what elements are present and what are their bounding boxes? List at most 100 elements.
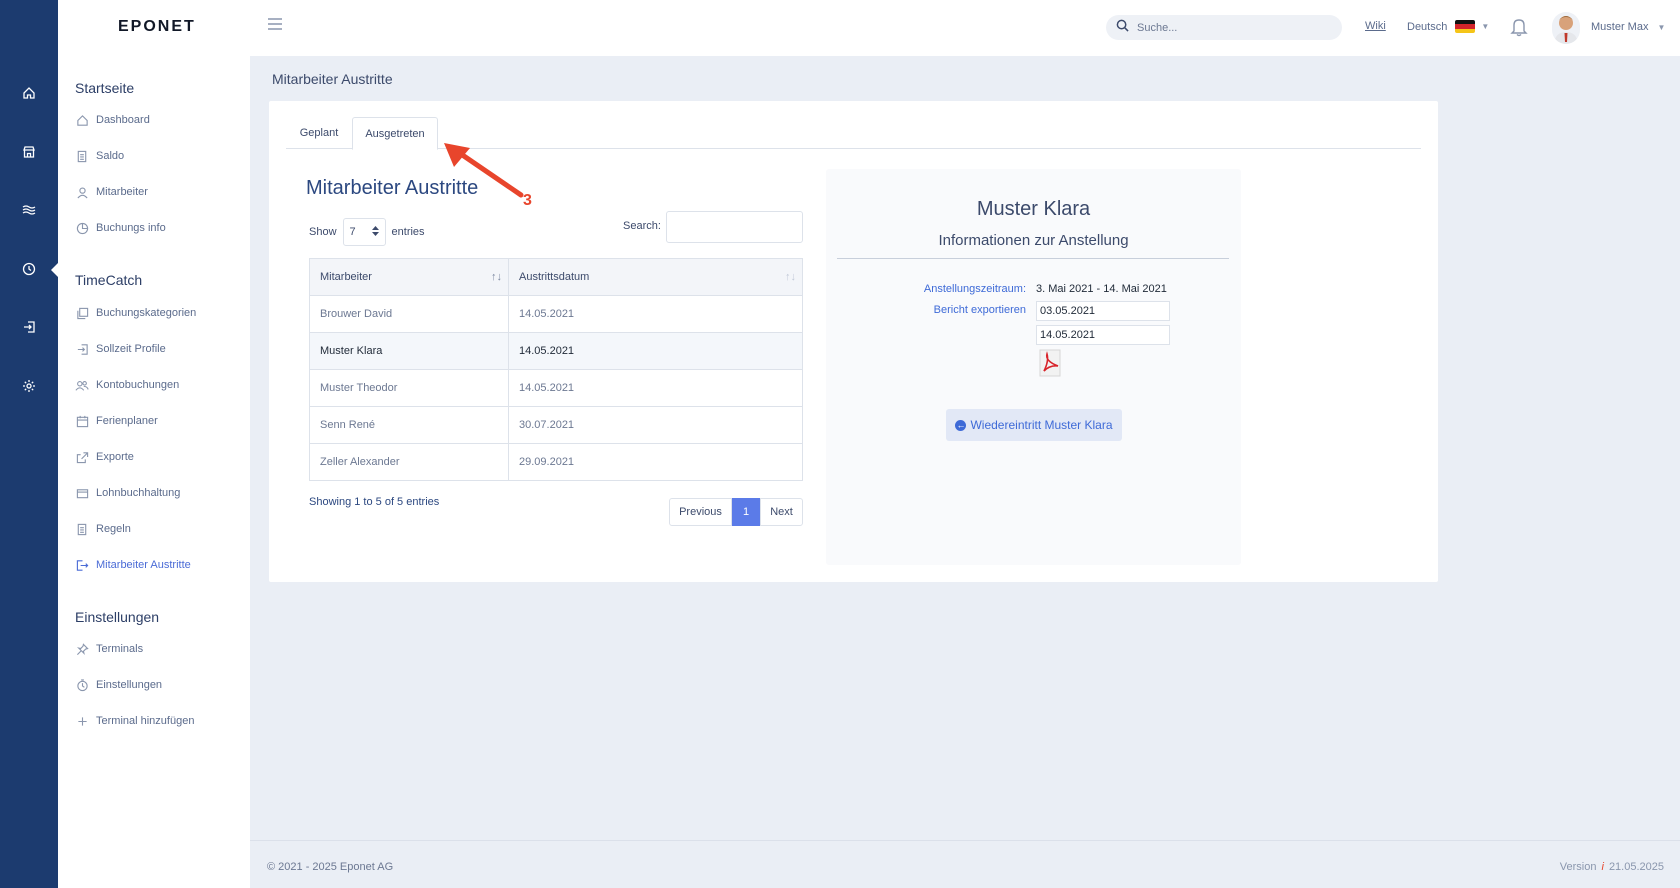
document-icon (75, 149, 89, 163)
export-report-label: Bericht exportieren (933, 304, 1026, 316)
table-header-row: Mitarbeiter ↑↓ Austrittsdatum ↑↓ (309, 258, 803, 296)
table-search-label: Search: (623, 220, 661, 232)
user-menu[interactable]: Muster Max ▼ (1591, 21, 1665, 33)
column-header-label: Austrittsdatum (519, 271, 590, 283)
employment-info-title: Informationen zur Anstellung (938, 232, 1129, 249)
sidebar-item-mitarbeiter-austritte[interactable]: Mitarbeiter Austritte (75, 555, 191, 575)
global-search (1106, 15, 1342, 40)
sidebar-item-label: Exporte (96, 451, 134, 463)
export-icon (75, 450, 89, 464)
gear-icon[interactable] (17, 374, 41, 398)
sidebar-item-buchungskategorien[interactable]: Buchungskategorien (75, 303, 196, 323)
chevron-down-icon: ▼ (1657, 23, 1666, 32)
page-length-control: Show 7 entries (309, 218, 425, 246)
sidebar-item-label: Mitarbeiter (96, 186, 148, 198)
sidebar-item-label: Buchungs info (96, 222, 166, 234)
sidebar-item-regeln[interactable]: Regeln (75, 519, 131, 539)
sidebar-item-label: Terminals (96, 643, 144, 655)
tab-geplant[interactable]: Geplant (286, 117, 352, 149)
sidebar-item-dashboard[interactable]: Dashboard (75, 110, 150, 130)
sidebar-item-terminal-hinzufuegen[interactable]: Terminal hinzufügen (75, 711, 194, 731)
footer: © 2021 - 2025 Eponet AG Version i 21.05.20… (250, 840, 1680, 888)
cell-date: 29.09.2021 (508, 443, 803, 481)
sidebar-item-label: Ferienplaner (96, 415, 158, 427)
divider (837, 258, 1229, 259)
sidebar-item-buchungs-info[interactable]: Buchungs info (75, 218, 166, 238)
table-row[interactable]: Brouwer David 14.05.2021 (309, 295, 803, 333)
search-icon (1116, 19, 1129, 37)
search-input[interactable] (1137, 21, 1327, 34)
wiki-link[interactable]: Wiki (1365, 20, 1386, 32)
arrow-left-circle-icon: ← (955, 419, 967, 431)
language-label: Deutsch (1407, 20, 1448, 33)
pdf-icon[interactable] (1038, 349, 1064, 377)
chevron-down-icon: ▼ (1481, 22, 1490, 31)
sidebar-item-kontobuchungen[interactable]: Kontobuchungen (75, 375, 179, 395)
language-selector[interactable]: Deutsch ▼ (1407, 20, 1489, 33)
table-row-selected[interactable]: Muster Klara 14.05.2021 (309, 332, 803, 370)
hamburger-icon[interactable] (268, 18, 284, 32)
cell-date: 14.05.2021 (508, 295, 803, 333)
next-button[interactable]: Next (760, 498, 803, 526)
version-info: Version i 21.05.2025 (1560, 861, 1664, 873)
clock-icon[interactable] (17, 257, 41, 281)
cell-date: 14.05.2021 (508, 369, 803, 407)
waves-icon[interactable] (17, 198, 41, 222)
bell-icon[interactable] (1510, 17, 1528, 42)
sort-icon: ↑↓ (491, 271, 502, 283)
pie-icon (75, 221, 89, 235)
sidebar-item-label: Sollzeit Profile (96, 343, 166, 355)
table-row[interactable]: Senn René 30.07.2021 (309, 406, 803, 444)
page-title: Mitarbeiter Austritte (272, 71, 393, 87)
previous-button[interactable]: Previous (669, 498, 732, 526)
app-logo[interactable]: EPONET (118, 18, 196, 36)
sidebar-item-label: Mitarbeiter Austritte (96, 559, 191, 571)
sidebar-item-exporte[interactable]: Exporte (75, 447, 134, 467)
table-row[interactable]: Zeller Alexander 29.09.2021 (309, 443, 803, 481)
calendar-icon (75, 414, 89, 428)
sidebar-item-ferienplaner[interactable]: Ferienplaner (75, 411, 158, 431)
table-search-input[interactable] (666, 211, 803, 243)
page-size-select[interactable]: 7 (342, 218, 386, 246)
users-icon (75, 378, 89, 392)
top-bar: Wiki Deutsch ▼ Muster Max ▼ (250, 0, 1680, 56)
sidebar-item-lohnbuchhaltung[interactable]: Lohnbuchhaltung (75, 483, 180, 503)
reentry-button[interactable]: ← Wiedereintritt Muster Klara (946, 409, 1122, 441)
home-icon[interactable] (17, 81, 41, 105)
store-icon[interactable] (17, 140, 41, 164)
login-icon (75, 342, 89, 356)
sidebar-item-sollzeit-profile[interactable]: Sollzeit Profile (75, 339, 166, 359)
section-title-timecatch: TimeCatch (75, 272, 143, 288)
copyright: © 2021 - 2025 Eponet AG (267, 861, 394, 873)
table-info: Showing 1 to 5 of 5 entries (309, 496, 440, 508)
sidebar-item-mitarbeiter[interactable]: Mitarbeiter (75, 182, 148, 202)
export-date-to[interactable] (1036, 325, 1170, 345)
avatar[interactable] (1552, 12, 1580, 44)
column-header-mitarbeiter[interactable]: Mitarbeiter ↑↓ (309, 258, 509, 296)
section-title-startseite: Startseite (75, 80, 135, 96)
export-date-from[interactable] (1036, 301, 1170, 321)
reentry-button-label: Wiedereintritt Muster Klara (970, 418, 1113, 432)
login-icon[interactable] (17, 315, 41, 339)
document-icon (75, 522, 89, 536)
tab-ausgetreten[interactable]: Ausgetreten (352, 117, 438, 150)
sidebar-item-label: Regeln (96, 523, 131, 535)
sort-icon: ↑↓ (785, 271, 796, 283)
cell-date: 30.07.2021 (508, 406, 803, 444)
cell-date: 14.05.2021 (508, 332, 803, 370)
home-icon (75, 113, 89, 127)
wallet-icon (75, 486, 89, 500)
sidebar-item-label: Dashboard (96, 114, 150, 126)
pagination: Previous 1 Next (669, 498, 803, 526)
icon-rail (0, 0, 59, 888)
sidebar-item-terminals[interactable]: Terminals (75, 639, 143, 659)
exits-table: Mitarbeiter ↑↓ Austrittsdatum ↑↓ Brouwer… (309, 258, 803, 481)
sidebar-item-saldo[interactable]: Saldo (75, 146, 124, 166)
page-1-button[interactable]: 1 (732, 498, 760, 526)
table-row[interactable]: Muster Theodor 14.05.2021 (309, 369, 803, 407)
sidebar-item-einstellungen[interactable]: Einstellungen (75, 675, 162, 695)
column-header-austrittsdatum[interactable]: Austrittsdatum ↑↓ (508, 258, 803, 296)
employee-name: Muster Klara (976, 198, 1091, 220)
cell-name: Muster Klara (309, 332, 509, 370)
info-icon: i (1601, 861, 1604, 873)
